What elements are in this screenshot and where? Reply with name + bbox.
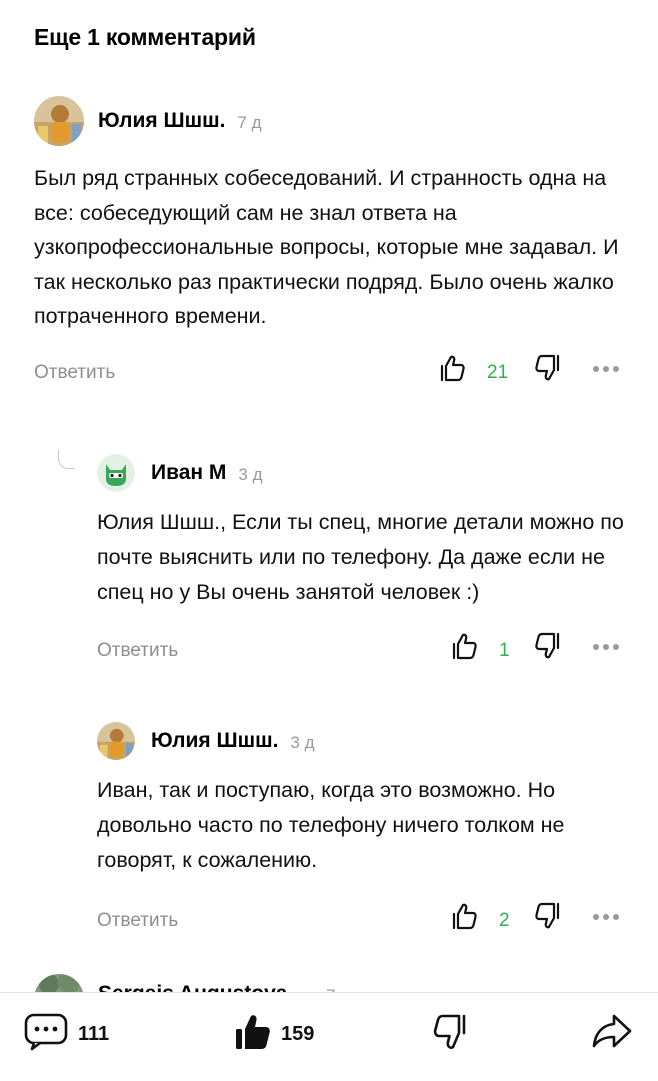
more-options-icon[interactable] <box>592 360 620 378</box>
like-count: 2 <box>499 910 510 931</box>
thread-connector <box>58 450 75 469</box>
reply-button[interactable]: Ответить <box>97 910 178 932</box>
comment-time: 3 д <box>290 733 315 752</box>
thumb-up-filled-icon <box>235 1013 271 1056</box>
user-avatar[interactable] <box>97 722 135 760</box>
comment-actions: Ответить 2 <box>97 902 637 942</box>
thumb-up-icon[interactable] <box>452 632 478 665</box>
comment-time: 7 д <box>237 113 262 132</box>
like-count: 1 <box>499 640 510 661</box>
thumb-down-icon <box>433 1013 467 1056</box>
dislike-button[interactable] <box>433 1013 467 1056</box>
user-avatar[interactable] <box>34 974 84 992</box>
more-options-icon[interactable] <box>592 908 620 926</box>
cat-avatar-icon[interactable] <box>97 454 135 492</box>
share-icon <box>592 1013 632 1054</box>
thumb-up-icon[interactable] <box>440 354 466 387</box>
thumb-down-icon[interactable] <box>534 902 560 935</box>
bottom-action-bar: 111 159 <box>0 992 658 1081</box>
comment-author-row: Иван М 3 д <box>97 447 637 499</box>
like-count: 21 <box>487 361 509 383</box>
author-name[interactable]: Юлия Шшш. <box>98 109 225 133</box>
comment-time: 3 д <box>238 465 263 484</box>
likes-count: 159 <box>281 1023 315 1045</box>
share-button[interactable] <box>592 1013 632 1054</box>
reply-comment: Иван М 3 д Юлия Шшш., Если ты спец, мног… <box>97 447 637 672</box>
thumb-down-icon[interactable] <box>534 632 560 665</box>
comment: Юлия Шшш. 7 д Был ряд странных собеседов… <box>34 95 634 394</box>
comment-text: Был ряд странных собеседований. И странн… <box>34 166 619 328</box>
next-comment-peek: Sergejs Augustova 7 <box>34 970 634 992</box>
thumb-down-icon[interactable] <box>534 354 560 387</box>
comment-author-row: Юлия Шшш. 3 д <box>97 715 637 767</box>
comment-actions: Ответить 21 <box>34 354 634 394</box>
author-name[interactable]: Sergejs Augustova <box>98 982 287 992</box>
like-button[interactable]: 159 <box>235 1013 314 1056</box>
comments-count: 111 <box>78 1023 110 1045</box>
comments-button[interactable]: 111 <box>24 1013 109 1056</box>
comment-author-row: Юлия Шшш. 7 д <box>34 95 634 147</box>
reply-button[interactable]: Ответить <box>97 640 178 662</box>
comment-text: Юлия Шшш., Если ты спец, многие детали м… <box>97 510 624 604</box>
comment-actions: Ответить 1 <box>97 632 637 672</box>
author-name[interactable]: Иван М <box>151 461 226 485</box>
reply-button[interactable]: Ответить <box>34 362 115 384</box>
author-name[interactable]: Юлия Шшш. <box>151 729 278 753</box>
comment-text: Иван, так и поступаю, когда это возможно… <box>97 778 565 872</box>
user-avatar[interactable] <box>34 96 84 146</box>
comments-header: Еще 1 комментарий <box>34 24 256 50</box>
reply-comment: Юлия Шшш. 3 д Иван, так и поступаю, когд… <box>97 715 637 942</box>
comments-icon <box>24 1013 68 1056</box>
more-options-icon[interactable] <box>592 638 620 656</box>
thumb-up-icon[interactable] <box>452 902 478 935</box>
